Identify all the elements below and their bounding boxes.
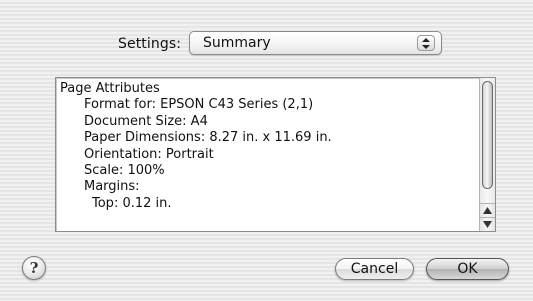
summary-list: Page Attributes Format for: EPSON C43 Se… (60, 81, 475, 212)
summary-line: Format for: EPSON C43 Series (2,1) (84, 97, 314, 113)
summary-line: Margins: (84, 179, 140, 195)
arrow-up-icon (483, 207, 492, 214)
settings-label: Settings: (118, 36, 182, 52)
arrow-down-icon (483, 221, 492, 228)
settings-row: Settings: Summary (0, 30, 533, 58)
scroll-thumb[interactable] (482, 81, 493, 189)
summary-text-area[interactable]: Page Attributes Format for: EPSON C43 Se… (55, 77, 496, 232)
help-button[interactable]: ? (22, 256, 46, 280)
vertical-scrollbar[interactable] (479, 78, 495, 231)
summary-line: Page Attributes (60, 81, 160, 96)
summary-line: Document Size: A4 (84, 113, 208, 129)
summary-line: Paper Dimensions: 8.27 in. x 11.69 in. (84, 130, 332, 146)
summary-line: Top: 0.12 in. (92, 195, 172, 211)
ok-button[interactable]: OK (426, 258, 509, 280)
settings-popup[interactable]: Summary (189, 31, 442, 55)
summary-line: Orientation: Portrait (84, 146, 214, 162)
settings-popup-value: Summary (203, 35, 271, 51)
scroll-up-button[interactable] (480, 203, 495, 217)
updown-arrows-icon (417, 35, 435, 51)
cancel-button[interactable]: Cancel (335, 258, 414, 280)
summary-line: Scale: 100% (84, 163, 165, 179)
scroll-down-button[interactable] (480, 217, 495, 231)
